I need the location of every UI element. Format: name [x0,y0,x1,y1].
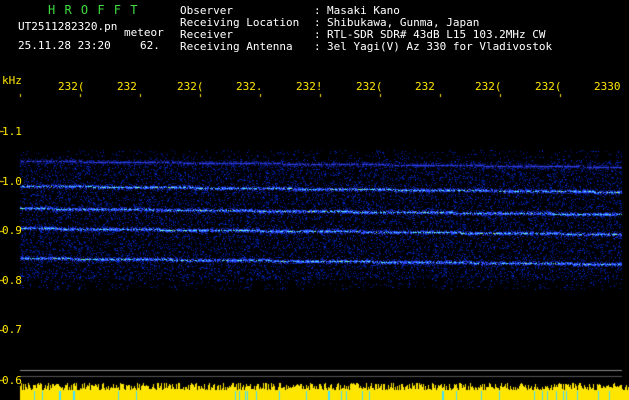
freq-tick-label: 1.0 [2,175,22,188]
field-label-antenna: Receiving Antenna [180,40,293,53]
time-tick-label: 232( [58,80,85,93]
freq-unit-label: kHz [2,74,22,87]
time-tick-label: 2330 [594,80,621,93]
freq-tick-label: 0.8 [2,274,22,287]
app-title: H R O F F T [48,3,139,17]
time-tick-label: 232! [296,80,323,93]
field-value-antenna: 3el Yagi(V) Az 330 for Vladivostok [327,40,553,53]
time-tick-label: 232( [356,80,383,93]
filename-label: UT2511282320.pn [18,20,118,33]
spectrogram-canvas [0,0,629,400]
freq-tick-label: 0.9 [2,224,22,237]
mode-label: meteor [124,26,164,39]
freq-tick-label: 0.6 [2,374,22,387]
freq-tick-label: 1.1 [2,125,22,138]
extra-value: 62. [140,39,160,52]
freq-tick-label: 0.7 [2,323,22,336]
time-tick-label: 232 [415,80,435,93]
field-sep-antenna: : [314,40,321,53]
datetime-label: 25.11.28 23:20 [18,39,111,52]
time-tick-label: 232( [177,80,204,93]
time-tick-label: 232 [117,80,137,93]
time-tick-label: 232( [475,80,502,93]
time-tick-label: 232( [535,80,562,93]
time-tick-label: 232. [236,80,263,93]
